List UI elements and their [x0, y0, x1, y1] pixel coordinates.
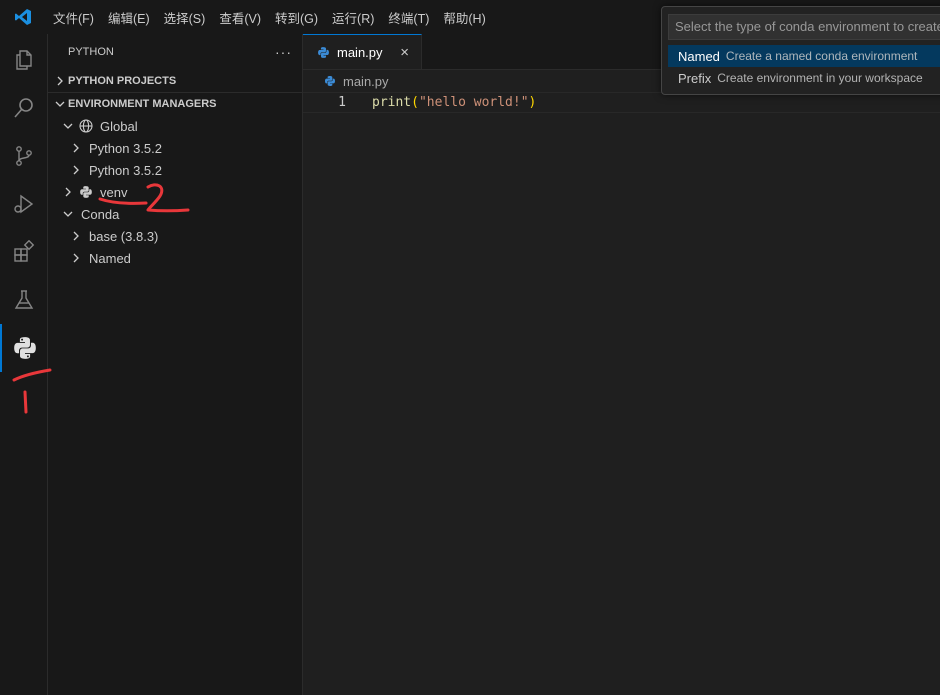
section-python-projects-label: PYTHON PROJECTS [68, 75, 177, 87]
chevron-down-icon [52, 96, 68, 112]
tree-item-label: Python 3.5.2 [89, 140, 162, 156]
python-icon[interactable] [0, 324, 47, 372]
code-line[interactable]: 1 print("hello world!") [303, 92, 940, 113]
menu-help[interactable]: 帮助(H) [436, 8, 492, 27]
code-function: print [372, 95, 412, 110]
more-actions-icon[interactable]: ··· [275, 44, 292, 60]
tree-item-python-2[interactable]: Python 3.5.2 [48, 159, 302, 181]
chevron-right-icon [68, 140, 84, 156]
code-string: "hello world!" [418, 95, 529, 110]
line-number: 1 [338, 95, 346, 110]
chevron-right-icon [60, 184, 76, 200]
menu-edit[interactable]: 编辑(E) [101, 8, 157, 27]
breadcrumb-file[interactable]: main.py [343, 74, 389, 89]
menu-file[interactable]: 文件(F) [46, 8, 101, 27]
activity-bar [0, 34, 48, 695]
close-icon[interactable]: × [400, 44, 409, 61]
menu-terminal[interactable]: 终端(T) [381, 8, 436, 27]
chevron-right-icon [52, 73, 68, 89]
menu-run[interactable]: 运行(R) [325, 8, 381, 27]
quick-pick-item-prefix[interactable]: Prefix Create environment in your worksp… [668, 67, 940, 89]
tree-item-python-1[interactable]: Python 3.5.2 [48, 137, 302, 159]
tree-item-conda[interactable]: Conda [48, 203, 302, 225]
tab-label: main.py [337, 44, 383, 60]
chevron-right-icon [68, 228, 84, 244]
section-environment-managers[interactable]: ENVIRONMENT MANAGERS [48, 92, 302, 115]
python-file-icon [322, 73, 338, 89]
chevron-right-icon [68, 250, 84, 266]
tree-item-base[interactable]: base (3.8.3) [48, 225, 302, 247]
menu-go[interactable]: 转到(G) [268, 8, 325, 27]
search-icon[interactable] [0, 84, 47, 132]
globe-icon [78, 118, 94, 134]
section-environment-managers-label: ENVIRONMENT MANAGERS [68, 98, 217, 110]
python-icon [78, 184, 94, 200]
sidebar: PYTHON ··· PYTHON PROJECTS ENVIRONMENT M… [48, 34, 303, 695]
tree-item-label: Conda [81, 206, 120, 222]
run-debug-icon[interactable] [0, 180, 47, 228]
section-python-projects[interactable]: PYTHON PROJECTS [48, 70, 302, 92]
vscode-logo-icon [0, 0, 46, 34]
menu-selection[interactable]: 选择(S) [157, 8, 213, 27]
tree-item-label: Python 3.5.2 [89, 162, 162, 178]
explorer-icon[interactable] [0, 36, 47, 84]
quick-pick-item-label: Named [678, 48, 720, 64]
sidebar-title: PYTHON [68, 46, 114, 58]
quick-pick-item-description: Create a named conda environment [725, 49, 918, 63]
quick-pick-input[interactable]: Select the type of conda environment to … [668, 14, 940, 40]
testing-icon[interactable] [0, 276, 47, 324]
tree-item-label: Global [100, 118, 138, 134]
tab-main-py[interactable]: main.py × [303, 34, 422, 69]
tree-item-label: base (3.8.3) [89, 228, 159, 244]
chevron-down-icon [60, 206, 76, 222]
code-paren-open: ( [411, 95, 419, 110]
sidebar-header: PYTHON ··· [48, 34, 302, 70]
tree-item-label: venv [100, 184, 128, 200]
chevron-right-icon [68, 162, 84, 178]
extensions-icon[interactable] [0, 228, 47, 276]
quick-pick-item-named[interactable]: Named Create a named conda environment [668, 45, 940, 67]
editor-area: main.py × main.py 1 print("hello world!"… [303, 34, 940, 695]
menu-bar: 文件(F) 编辑(E) 选择(S) 查看(V) 转到(G) 运行(R) 终端(T… [46, 0, 493, 34]
quick-pick-item-label: Prefix [678, 70, 712, 86]
tree-item-label: Named [89, 250, 131, 266]
menu-view[interactable]: 查看(V) [212, 8, 268, 27]
tree-item-global[interactable]: Global [48, 115, 302, 137]
quick-pick: Select the type of conda environment to … [661, 6, 940, 95]
quick-pick-item-description: Create environment in your workspace [717, 71, 923, 85]
tree-item-venv[interactable]: venv [48, 181, 302, 203]
python-file-icon [315, 44, 331, 60]
code-paren-close: ) [528, 95, 537, 110]
source-control-icon[interactable] [0, 132, 47, 180]
chevron-down-icon [60, 118, 76, 134]
tree-item-named[interactable]: Named [48, 247, 302, 269]
